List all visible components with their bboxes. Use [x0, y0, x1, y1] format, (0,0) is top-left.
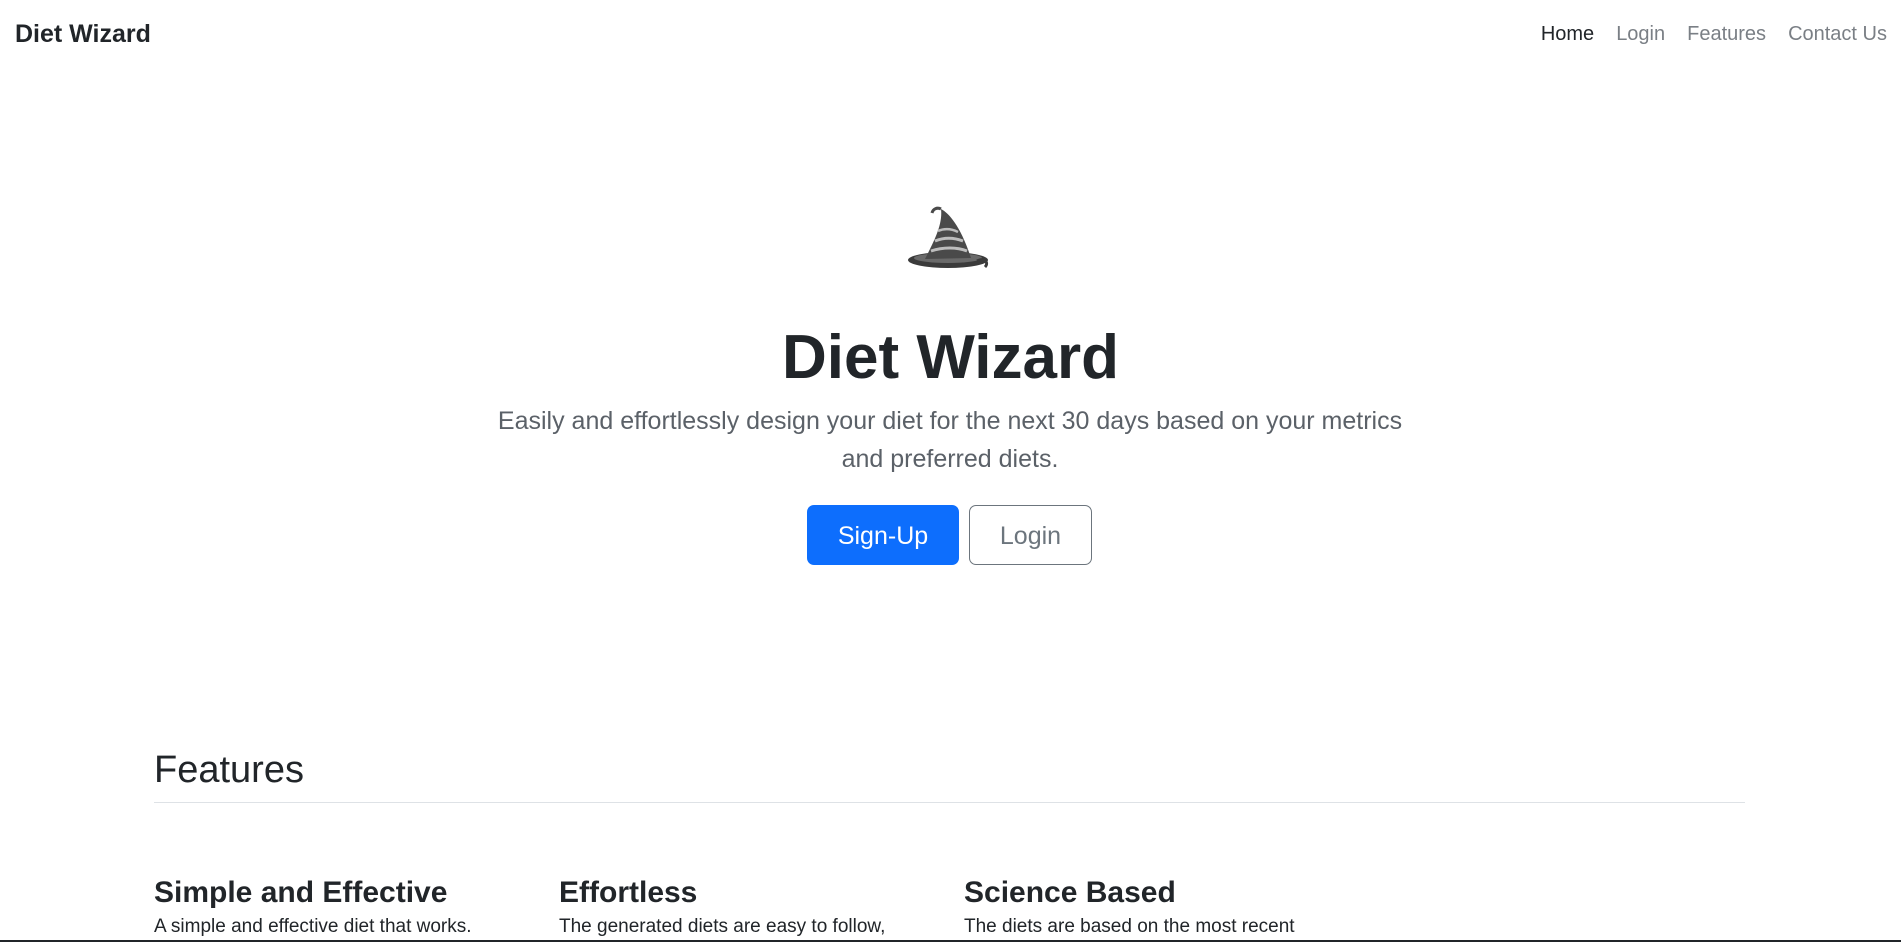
feature-title: Effortless: [559, 876, 698, 909]
nav-link-login[interactable]: Login: [1616, 20, 1665, 48]
feature-effortless: Effortless The generated diets are easy …: [559, 873, 939, 941]
feature-simple-and-effective: Simple and Effective A simple and effect…: [154, 873, 534, 941]
hero-lead-text: Easily and effortlessly design your diet…: [497, 407, 1403, 473]
login-button[interactable]: Login: [969, 505, 1092, 565]
nav-links: Home Login Features Contact Us: [1541, 20, 1887, 48]
wizard-hat-icon: [908, 206, 989, 269]
nav-link-contact-us[interactable]: Contact Us: [1788, 20, 1887, 48]
hero-title: Diet Wizard: [781, 323, 1120, 392]
feature-title: Science Based: [964, 876, 1176, 909]
nav-link-home[interactable]: Home: [1541, 20, 1594, 48]
navbar-brand[interactable]: Diet Wizard: [15, 18, 151, 50]
features-heading: Features: [154, 749, 304, 791]
features-divider: [154, 802, 1745, 803]
feature-title: Simple and Effective: [154, 876, 448, 909]
feature-text: The diets are based on the most recent: [964, 916, 1295, 937]
top-navbar: Diet Wizard Home Login Features Contact …: [0, 0, 1901, 68]
sign-up-button[interactable]: Sign-Up: [807, 505, 959, 565]
feature-text: The generated diets are easy to follow,: [559, 916, 886, 937]
nav-link-features[interactable]: Features: [1687, 20, 1766, 48]
feature-text: A simple and effective diet that works.: [154, 916, 472, 937]
feature-science-based: Science Based The diets are based on the…: [964, 873, 1344, 941]
